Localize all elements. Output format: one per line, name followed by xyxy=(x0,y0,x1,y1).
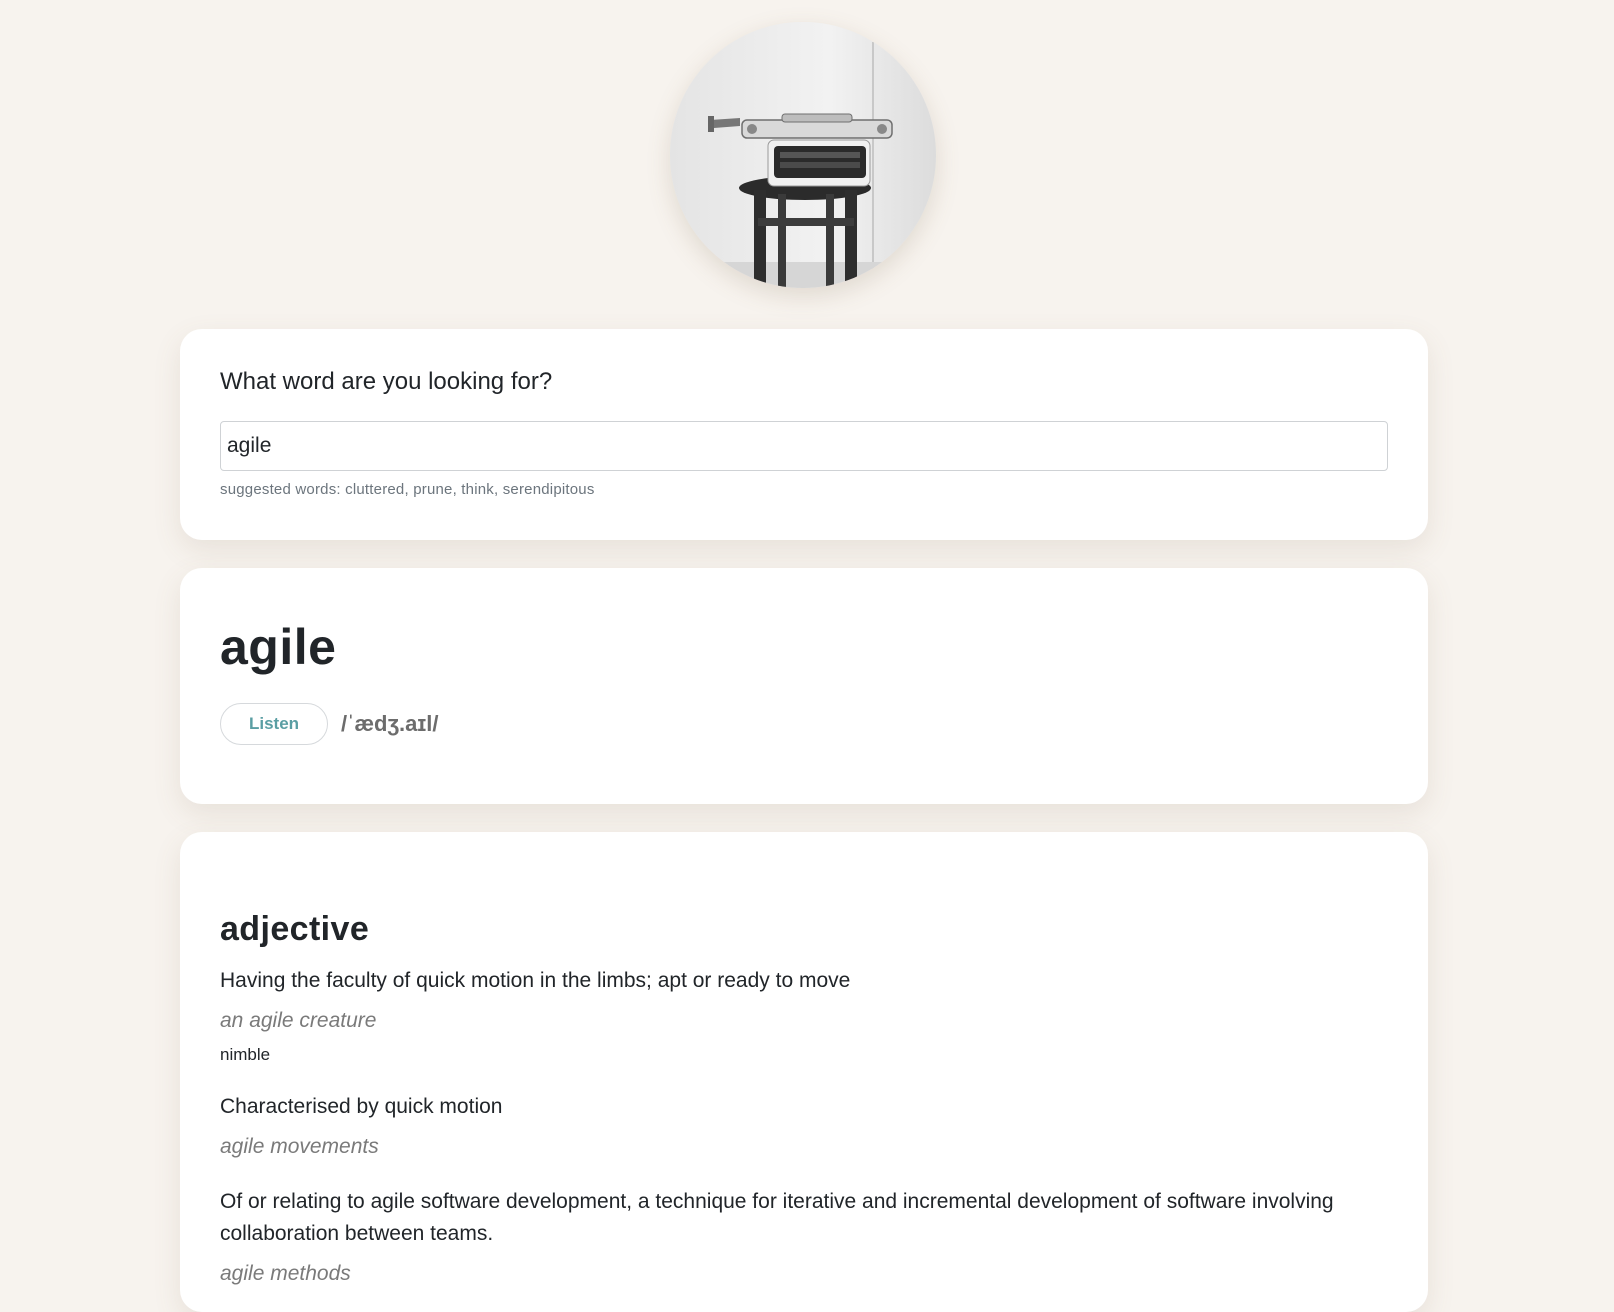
word-card: agile Listen /ˈædʒ.aɪl/ xyxy=(180,568,1428,804)
definition-item: Having the faculty of quick motion in th… xyxy=(220,965,1388,1091)
suggested-words: suggested words: cluttered, prune, think… xyxy=(220,481,595,498)
search-card: What word are you looking for? suggested… xyxy=(180,329,1428,540)
listen-button[interactable]: Listen xyxy=(220,703,328,745)
definition-text: Characterised by quick motion xyxy=(220,1095,503,1118)
typewriter-logo xyxy=(670,22,936,288)
definition-text: Of or relating to agile software develop… xyxy=(220,1190,1334,1245)
definition-example: agile movements xyxy=(220,1135,379,1158)
definition-item: Of or relating to agile software develop… xyxy=(220,1186,1388,1290)
definition-example: agile methods xyxy=(220,1262,351,1285)
word-title: agile xyxy=(220,619,337,675)
definition-synonym: nimble xyxy=(220,1045,271,1064)
part-of-speech: adjective xyxy=(220,910,370,948)
definition-list: Having the faculty of quick motion in th… xyxy=(220,965,1388,1290)
search-heading: What word are you looking for? xyxy=(220,368,553,395)
search-input[interactable] xyxy=(220,421,1388,471)
definition-item: Characterised by quick motion agile move… xyxy=(220,1091,1388,1186)
definition-example: an agile creature xyxy=(220,1009,377,1032)
typewriter-photo-icon xyxy=(670,22,936,288)
meaning-card: adjective Having the faculty of quick mo… xyxy=(180,832,1428,1312)
phonetic: /ˈædʒ.aɪl/ xyxy=(341,711,439,736)
definition-text: Having the faculty of quick motion in th… xyxy=(220,969,851,992)
